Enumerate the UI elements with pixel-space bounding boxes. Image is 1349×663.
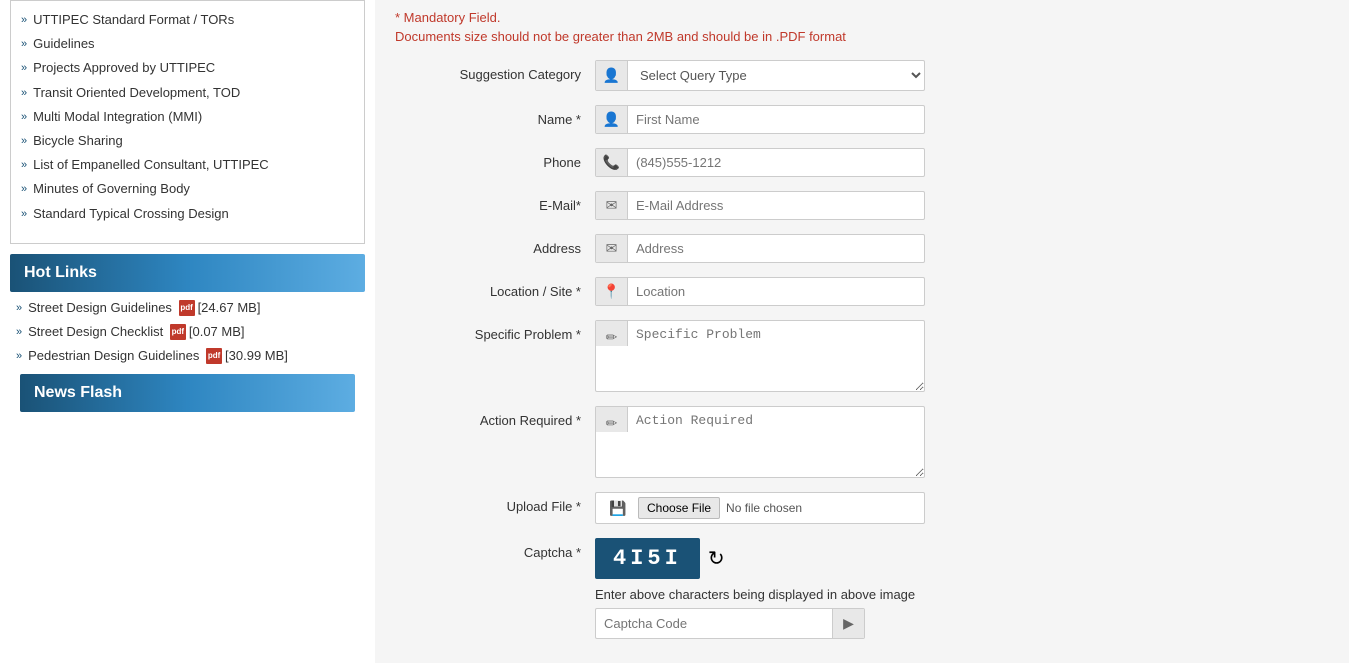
action-required-row: Action Required * ✏ [395,406,1329,478]
user-icon: 👤 [596,106,628,133]
address-row: Address ✉ [395,234,1329,263]
sidebar-item-crossing-design[interactable]: » Standard Typical Crossing Design [21,205,354,223]
pencil-icon: ✏ [596,407,628,432]
phone-input-group: 📞 [595,148,925,177]
suggestion-category-input-group: 👤 Select Query Type [595,60,925,91]
sidebar: » UTTIPEC Standard Format / TORs » Guide… [0,0,375,663]
sidebar-item-projects[interactable]: » Projects Approved by UTTIPEC [21,59,354,77]
upload-file-row: Upload File * 💾 Choose File No file chos… [395,492,1329,524]
phone-row: Phone 📞 [395,148,1329,177]
hot-links-section: » Street Design Guidelines pdf[24.67 MB]… [10,300,365,364]
captcha-input-group: ▶ [595,608,865,639]
mandatory-notice-sub: Documents size should not be greater tha… [395,29,1329,44]
hot-links-header: Hot Links [10,254,365,292]
location-label: Location / Site * [395,277,595,299]
sidebar-item-tod[interactable]: » Transit Oriented Development, TOD [21,84,354,102]
captcha-submit-button[interactable]: ▶ [832,609,864,638]
hotlink-street-design-guidelines[interactable]: » Street Design Guidelines pdf[24.67 MB] [10,300,365,316]
specific-problem-row: Specific Problem * ✏ [395,320,1329,392]
upload-file-label: Upload File * [395,492,595,514]
main-content: * Mandatory Field. Documents size should… [375,0,1349,663]
pdf-icon: pdf [179,300,195,316]
mandatory-notice: * Mandatory Field. [395,10,1329,25]
captcha-instruction: Enter above characters being displayed i… [595,587,915,602]
suggestion-category-row: Suggestion Category 👤 Select Query Type [395,60,1329,91]
chevron-icon: » [21,207,27,222]
phone-label: Phone [395,148,595,170]
sidebar-item-minutes[interactable]: » Minutes of Governing Body [21,180,354,198]
news-flash-section: News Flash [10,374,365,412]
action-required-textarea[interactable] [628,407,924,477]
address-input[interactable] [628,235,924,262]
captcha-box: 4I5I ↻ [595,538,915,579]
suggestion-category-select[interactable]: Select Query Type [628,61,924,90]
email-input-group: ✉ [595,191,925,220]
location-icon: 📍 [596,278,628,305]
chevron-icon: » [16,302,22,314]
address-input-group: ✉ [595,234,925,263]
specific-problem-textarea[interactable] [628,321,924,391]
file-upload-group: 💾 Choose File No file chosen [595,492,925,524]
captcha-row: Captcha * 4I5I ↻ Enter above characters … [395,538,1329,639]
upload-icon: 💾 [602,500,634,517]
chevron-icon: » [21,158,27,173]
specific-problem-label: Specific Problem * [395,320,595,342]
name-input-group: 👤 [595,105,925,134]
captcha-label: Captcha * [395,538,595,560]
sidebar-nav-section: » UTTIPEC Standard Format / TORs » Guide… [10,0,365,244]
choose-file-button[interactable]: Choose File [638,497,720,519]
name-label: Name * [395,105,595,127]
name-row: Name * 👤 [395,105,1329,134]
pdf-icon: pdf [170,324,186,340]
sidebar-item-uttipec-standard[interactable]: » UTTIPEC Standard Format / TORs [21,11,354,29]
no-file-chosen-label: No file chosen [726,501,802,515]
hotlink-street-design-checklist[interactable]: » Street Design Checklist pdf[0.07 MB] [10,324,365,340]
specific-problem-input-group: ✏ [595,320,925,392]
chevron-icon: » [16,326,22,338]
action-required-input-group: ✏ [595,406,925,478]
address-label: Address [395,234,595,256]
email-icon: ✉ [596,192,628,219]
captcha-input[interactable] [596,610,832,637]
action-required-label: Action Required * [395,406,595,428]
email-label: E-Mail* [395,191,595,213]
phone-input[interactable] [628,149,924,176]
hotlink-pedestrian-design[interactable]: » Pedestrian Design Guidelines pdf[30.99… [10,348,365,364]
chevron-icon: » [21,134,27,149]
chevron-icon: » [21,182,27,197]
news-flash-header: News Flash [20,374,355,412]
chevron-icon: » [21,110,27,125]
address-icon: ✉ [596,235,628,262]
sidebar-item-empanelled[interactable]: » List of Empanelled Consultant, UTTIPEC [21,156,354,174]
chevron-icon: » [21,61,27,76]
chevron-icon: » [21,86,27,101]
location-input[interactable] [628,278,924,305]
pdf-icon: pdf [206,348,222,364]
location-row: Location / Site * 📍 [395,277,1329,306]
sidebar-item-guidelines[interactable]: » Guidelines [21,35,354,53]
phone-icon: 📞 [596,149,628,176]
captcha-image: 4I5I [595,538,700,579]
sidebar-item-bicycle-sharing[interactable]: » Bicycle Sharing [21,132,354,150]
user-icon: 👤 [596,61,628,90]
name-input[interactable] [628,106,924,133]
email-input[interactable] [628,192,924,219]
email-row: E-Mail* ✉ [395,191,1329,220]
captcha-refresh-button[interactable]: ↻ [708,546,725,571]
sidebar-item-mmi[interactable]: » Multi Modal Integration (MMI) [21,108,354,126]
chevron-icon: » [21,13,27,28]
captcha-section: 4I5I ↻ Enter above characters being disp… [595,538,915,639]
pencil-icon: ✏ [596,321,628,346]
location-input-group: 📍 [595,277,925,306]
suggestion-category-label: Suggestion Category [395,60,595,82]
chevron-icon: » [16,350,22,362]
chevron-icon: » [21,37,27,52]
